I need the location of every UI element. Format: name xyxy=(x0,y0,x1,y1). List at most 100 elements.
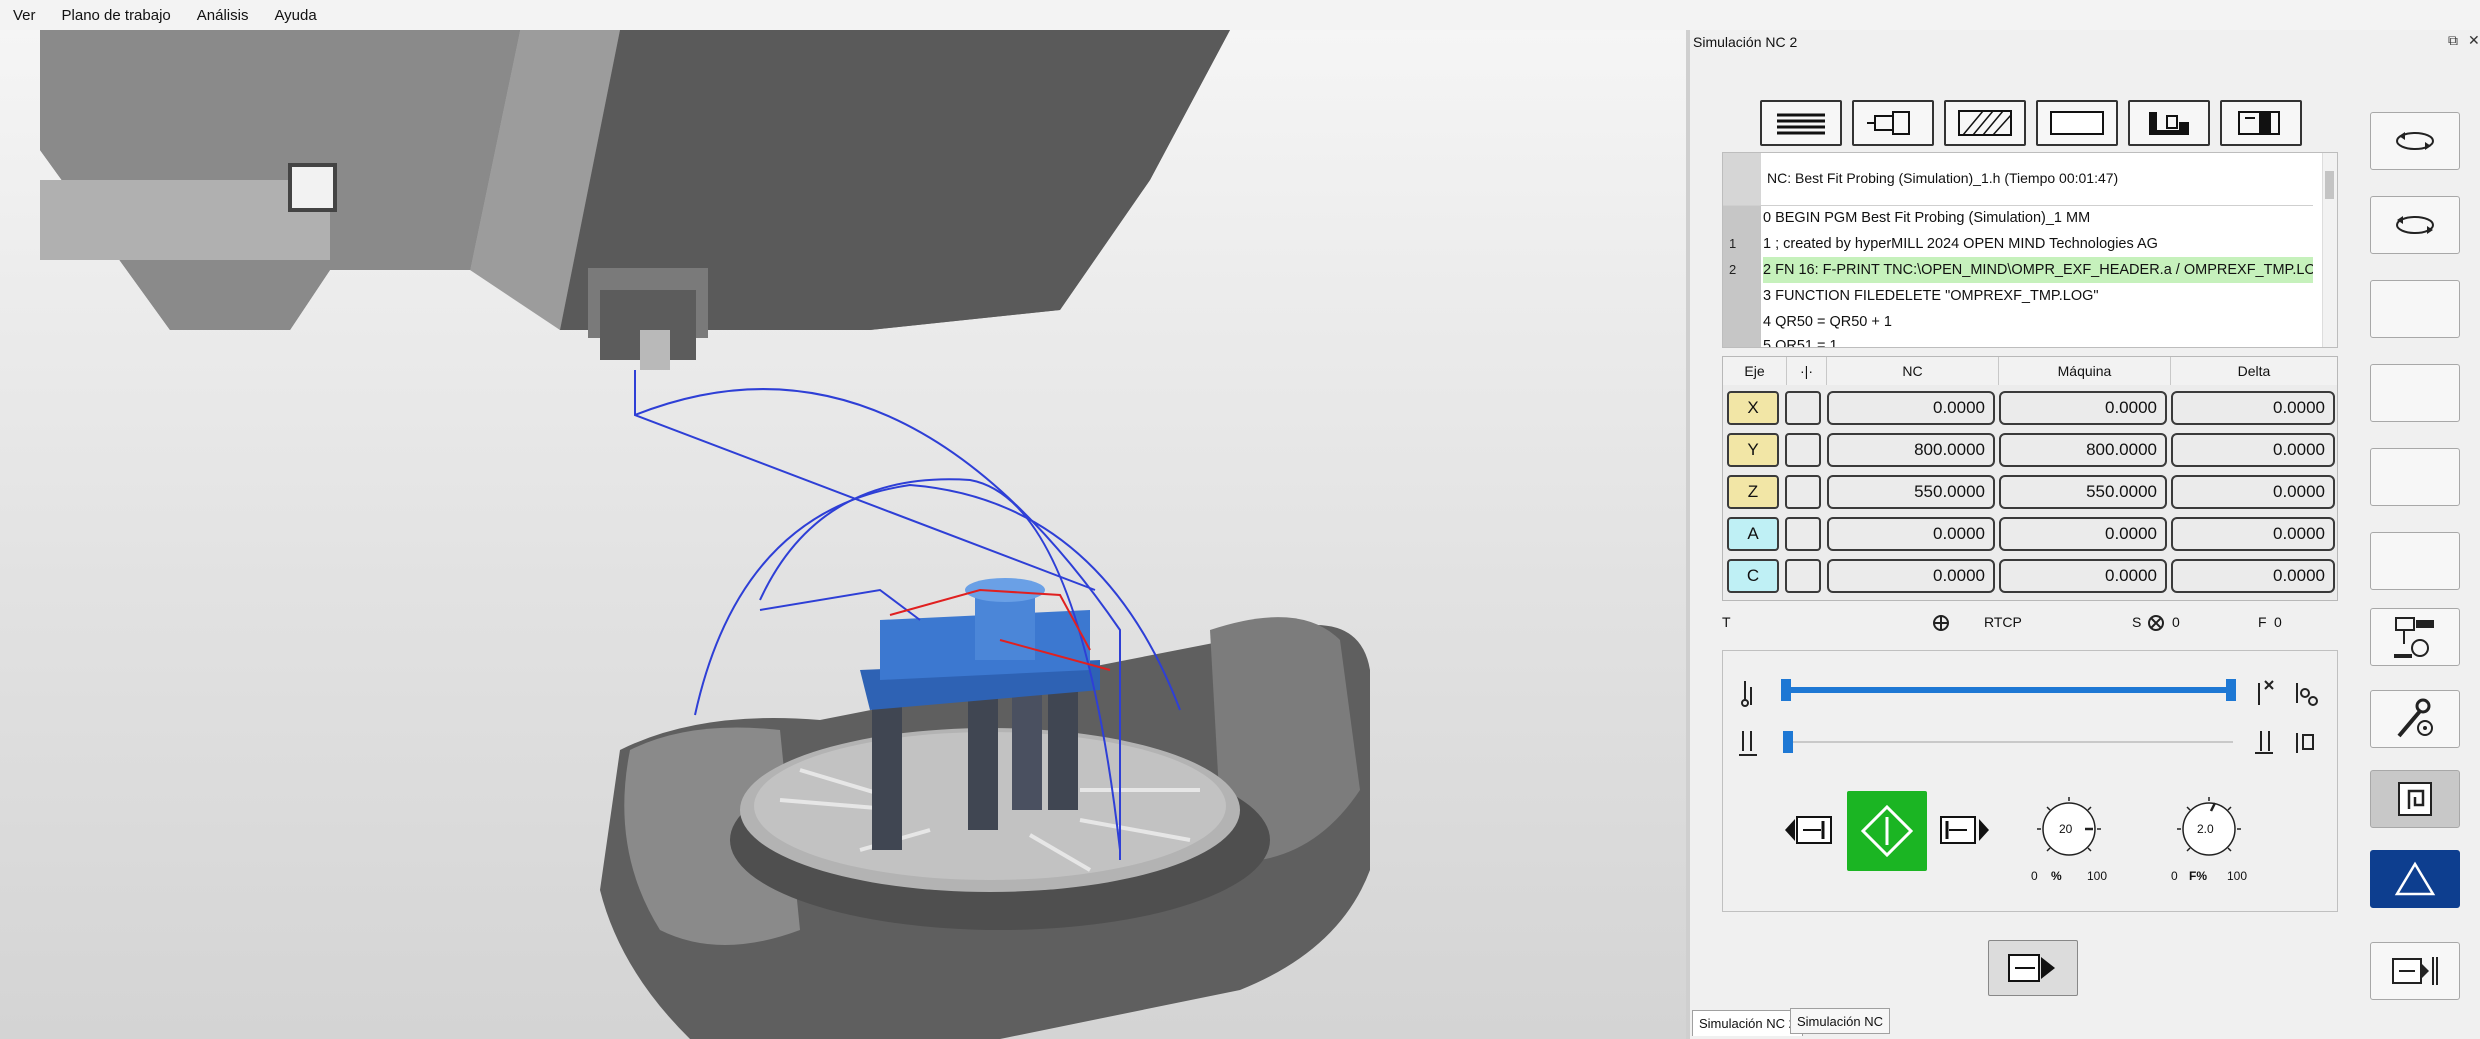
position-slider-thumb[interactable] xyxy=(1783,731,1793,753)
probe-toggle-icon[interactable] xyxy=(2291,729,2321,759)
axis-y-nc: 800.0000 xyxy=(1827,433,1995,467)
speed-slider-thumb[interactable] xyxy=(2226,679,2236,701)
skip-to-end-icon xyxy=(2392,957,2438,985)
3d-viewport[interactable] xyxy=(0,30,1686,1039)
run-to-end-button[interactable] xyxy=(1988,940,2078,996)
nc-line[interactable]: 1 ; created by hyperMILL 2024 OPEN MIND … xyxy=(1763,231,2313,257)
feed-dial-max: 100 xyxy=(2227,869,2248,883)
axis-x-machine: 0.0000 xyxy=(1999,391,2167,425)
axis-z-toggle[interactable] xyxy=(1785,475,1821,509)
feed-dial-unit: F% xyxy=(2189,869,2207,883)
tool-view-button[interactable] xyxy=(1852,100,1934,146)
speed-slider-fill xyxy=(1783,687,2233,693)
tool-status: T xyxy=(1722,614,1731,630)
lines-view-button[interactable] xyxy=(1760,100,1842,146)
tab-simulacion-nc[interactable]: Simulación NC xyxy=(1790,1008,1890,1034)
axis-y-toggle[interactable] xyxy=(1785,433,1821,467)
axis-a-label[interactable]: A xyxy=(1727,517,1779,551)
axis-c-nc: 0.0000 xyxy=(1827,559,1995,593)
nc-line[interactable]: 5 QR51 = 1 xyxy=(1763,333,2313,347)
warning-triangle-icon xyxy=(2394,861,2436,896)
delta-column-header: Delta xyxy=(2171,357,2337,385)
step-forward-button[interactable] xyxy=(1937,809,1991,851)
blank-view-icon xyxy=(2050,111,2104,135)
tab-simulacion-nc-2[interactable]: Simulación NC 2 xyxy=(1692,1010,1803,1036)
step-backward-button[interactable] xyxy=(1783,809,1837,851)
speed-slider-start-thumb[interactable] xyxy=(1781,679,1791,701)
tool-view-icon xyxy=(1867,111,1910,135)
axis-y-label[interactable]: Y xyxy=(1727,433,1779,467)
menu-plano-de-trabajo[interactable]: Plano de trabajo xyxy=(49,7,184,24)
nc-line[interactable]: 4 QR50 = QR50 + 1 xyxy=(1763,309,2313,335)
axis-toggle-header[interactable]: ·|· xyxy=(1787,357,1827,385)
machine-view-button[interactable] xyxy=(2128,100,2210,146)
feed-dial-value: 2.0 xyxy=(2197,822,2214,836)
start-position-icon xyxy=(1739,731,1757,756)
axis-x-toggle[interactable] xyxy=(1785,391,1821,425)
menu-bar: Ver Plano de trabajo Análisis Ayuda xyxy=(0,0,2480,31)
feed-override-dial[interactable]: 2.0 xyxy=(2169,791,2249,871)
machine-column-header: Máquina xyxy=(1999,357,2171,385)
nc-line-number: 1 xyxy=(1729,236,1737,251)
machine-scene xyxy=(40,30,1370,1039)
nc-scrollbar[interactable] xyxy=(2322,153,2337,347)
close-icon[interactable]: ✕ xyxy=(2468,32,2480,49)
spindle-override-dial[interactable]: 20 xyxy=(2029,791,2109,871)
machine-view-icon xyxy=(2149,112,2189,135)
axis-z-nc: 550.0000 xyxy=(1827,475,1995,509)
axis-a-nc: 0.0000 xyxy=(1827,517,1995,551)
rtcp-icon xyxy=(1933,615,1949,631)
nc-line-current[interactable]: 2 FN 16: F-PRINT TNC:\OPEN_MIND\OMPR_EXF… xyxy=(1763,257,2313,283)
wrench-gear-icon xyxy=(2397,698,2433,738)
warning-button[interactable] xyxy=(2370,850,2460,908)
nc-line-number: 2 xyxy=(1729,262,1737,277)
nc-header-text: NC: Best Fit Probing (Simulation)_1.h (T… xyxy=(1767,170,2119,186)
rotate-view-icon xyxy=(2396,132,2434,150)
position-track xyxy=(1783,741,2233,743)
nc-line[interactable]: 3 FUNCTION FILEDELETE "OMPREXF_TMP.LOG" xyxy=(1763,283,2313,309)
menu-ayuda[interactable]: Ayuda xyxy=(261,7,329,24)
empty-tool-button-2[interactable] xyxy=(2370,364,2460,422)
feed-label: F xyxy=(2258,614,2267,630)
spindle-label: S xyxy=(2132,614,2142,630)
tool-settings-button[interactable] xyxy=(2370,690,2460,748)
rotate-view-alt-button[interactable] xyxy=(2370,196,2460,254)
empty-tool-button-4[interactable] xyxy=(2370,532,2460,590)
follow-path-icon xyxy=(2398,782,2432,816)
axis-a-delta: 0.0000 xyxy=(2171,517,2335,551)
empty-tool-button-3[interactable] xyxy=(2370,448,2460,506)
axis-y-delta: 0.0000 xyxy=(2171,433,2335,467)
hatch-view-button[interactable] xyxy=(1944,100,2026,146)
step-backward-icon xyxy=(1785,816,1832,844)
machine-settings-button[interactable] xyxy=(2370,608,2460,666)
spindle-stop-icon xyxy=(2148,615,2164,631)
skip-to-end-button[interactable] xyxy=(2370,942,2460,1000)
rotate-view-button[interactable] xyxy=(2370,112,2460,170)
menu-analisis[interactable]: Análisis xyxy=(184,7,262,24)
empty-tool-button-1[interactable] xyxy=(2370,280,2460,338)
nc-line[interactable]: 0 BEGIN PGM Best Fit Probing (Simulation… xyxy=(1763,205,2313,231)
axis-x-nc: 0.0000 xyxy=(1827,391,1995,425)
rotate-view-alt-icon xyxy=(2396,216,2434,234)
split-view-button[interactable] xyxy=(2220,100,2302,146)
axis-x-label[interactable]: X xyxy=(1727,391,1779,425)
start-button[interactable] xyxy=(1847,791,1927,871)
rapid-toggle-icon[interactable] xyxy=(2291,679,2321,709)
nc-program-listing[interactable]: NC: Best Fit Probing (Simulation)_1.h (T… xyxy=(1722,152,2338,348)
blank-view-button[interactable] xyxy=(2036,100,2118,146)
menu-ver[interactable]: Ver xyxy=(0,7,49,24)
spindle-value: 0 xyxy=(2172,614,2180,630)
axis-z-delta: 0.0000 xyxy=(2171,475,2335,509)
hatch-view-icon xyxy=(1958,110,2012,136)
end-position-icon xyxy=(2255,731,2273,754)
pin-icon[interactable]: ⧉ xyxy=(2448,32,2458,49)
axis-c-toggle[interactable] xyxy=(1785,559,1821,593)
panel-title: Simulación NC 2 xyxy=(1693,34,1798,50)
nc-simulation-panel: Simulación NC 2 ⧉ ✕ NC: Best Fit Probing… xyxy=(1690,30,2480,1039)
split-view-icon xyxy=(2238,111,2280,135)
axis-a-toggle[interactable] xyxy=(1785,517,1821,551)
axis-z-label[interactable]: Z xyxy=(1727,475,1779,509)
axis-c-label[interactable]: C xyxy=(1727,559,1779,593)
follow-path-toggle[interactable] xyxy=(2370,770,2460,828)
spindle-dial-min: 0 xyxy=(2031,869,2038,883)
